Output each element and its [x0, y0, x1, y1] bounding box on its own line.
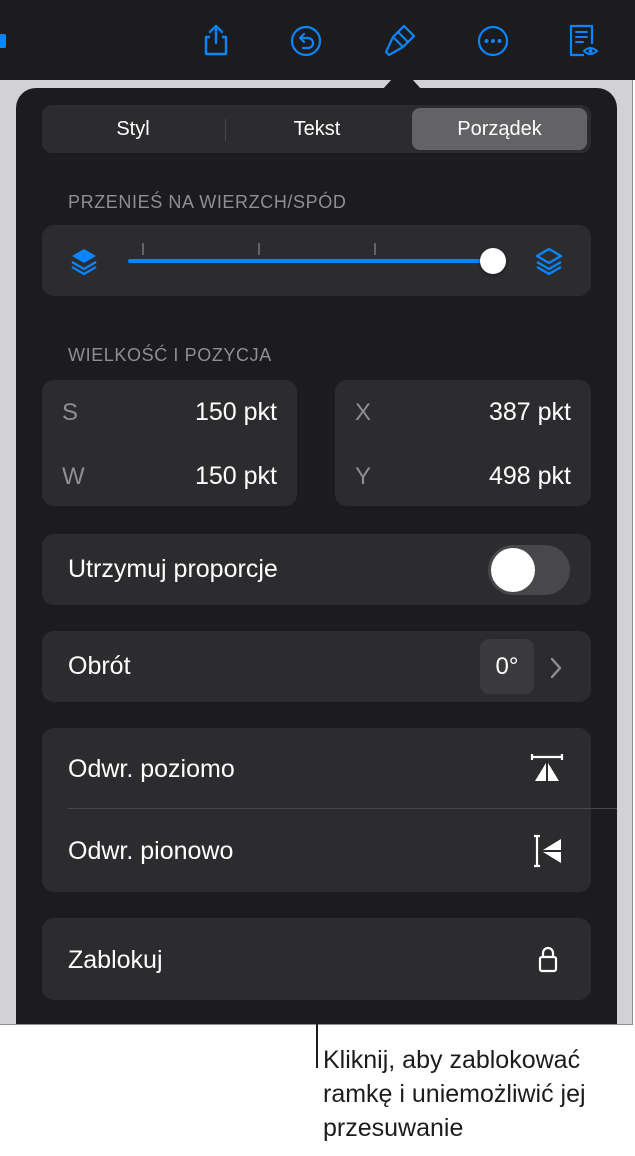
size-card: S 150 pkt W 150 pkt: [42, 380, 297, 506]
document-edge-icon: [0, 34, 6, 48]
flip-vertical-label: Odwr. pionowo: [68, 837, 234, 865]
undo-icon[interactable]: [286, 20, 326, 60]
height-label: W: [62, 463, 85, 490]
toggle-knob: [491, 548, 535, 592]
callout-text: Kliknij, aby zablokować ramkę i uniemożl…: [323, 1046, 586, 1142]
flip-vertical-icon: [532, 833, 564, 869]
send-to-back-icon[interactable]: [68, 245, 100, 277]
bring-to-front-icon[interactable]: [533, 245, 565, 277]
tab-style[interactable]: Styl: [46, 108, 220, 150]
position-card: X 387 pkt Y 498 pkt: [335, 380, 591, 506]
share-icon[interactable]: [196, 20, 236, 60]
height-field[interactable]: 150 pkt: [195, 462, 277, 491]
width-label: S: [62, 399, 79, 426]
tab-arrange[interactable]: Porządek: [412, 108, 587, 150]
format-tabs: Styl Tekst Porządek: [42, 105, 591, 153]
slider-tick: [258, 243, 260, 255]
lock-icon: [537, 945, 559, 973]
lock-label: Zablokuj: [68, 946, 163, 974]
size-position-section-label: WIELKOŚĆ I POZYCJA: [68, 345, 272, 365]
arrange-slider-track[interactable]: [128, 259, 494, 263]
flip-horizontal-label: Odwr. poziomo: [68, 755, 235, 783]
arrange-section-label: PRZENIEŚ NA WIERZCH/SPÓD: [68, 192, 347, 212]
arrange-slider-thumb[interactable]: [480, 248, 506, 274]
format-popover: Styl Tekst Porządek PRZENIEŚ NA WIERZCH/…: [16, 88, 617, 1024]
more-icon[interactable]: [473, 20, 513, 60]
flip-vertical-row[interactable]: Odwr. pionowo: [42, 809, 591, 892]
rotate-value-field[interactable]: 0°: [480, 639, 534, 694]
x-label: X: [355, 399, 372, 426]
chevron-right-icon: [548, 656, 564, 680]
constrain-proportions-toggle[interactable]: [488, 545, 570, 595]
flip-horizontal-icon: [529, 752, 565, 784]
toolbar: [0, 0, 635, 80]
constrain-proportions-label: Utrzymuj proporcje: [68, 555, 278, 583]
popover-arrow: [382, 68, 422, 90]
x-field[interactable]: 387 pkt: [489, 398, 571, 427]
format-paintbrush-icon[interactable]: [380, 20, 420, 60]
y-field[interactable]: 498 pkt: [489, 462, 571, 491]
y-label: Y: [355, 463, 372, 490]
slider-tick: [142, 243, 144, 255]
flip-horizontal-row[interactable]: Odwr. poziomo: [42, 728, 591, 808]
lock-row[interactable]: Zablokuj: [42, 918, 591, 1000]
rotate-label: Obrót: [68, 652, 131, 680]
tab-divider: [225, 119, 226, 141]
arrange-slider-card: [42, 225, 591, 296]
flip-card: Odwr. poziomo Odwr. pionowo: [42, 728, 617, 892]
width-field[interactable]: 150 pkt: [195, 398, 277, 427]
slider-tick: [374, 243, 376, 255]
callout-line: [316, 1000, 318, 1068]
reader-view-icon[interactable]: [562, 20, 602, 60]
rotate-row[interactable]: Obrót 0°: [42, 631, 591, 702]
tab-text[interactable]: Tekst: [228, 108, 406, 150]
constrain-proportions-row: Utrzymuj proporcje: [42, 534, 591, 605]
